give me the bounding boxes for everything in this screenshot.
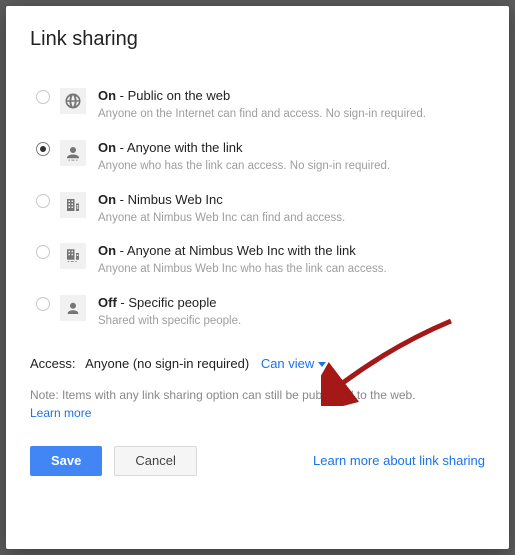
option-desc: Shared with specific people.	[98, 314, 485, 329]
option-title: On - Anyone at Nimbus Web Inc with the l…	[98, 243, 485, 260]
globe-icon	[60, 88, 86, 114]
option-desc: Anyone who has the link can access. No s…	[98, 159, 485, 174]
option-title: On - Public on the web	[98, 88, 485, 105]
link-sharing-dialog: Link sharing On - Public on the web Anyo…	[6, 6, 509, 549]
learn-more-link[interactable]: Learn more about link sharing	[313, 453, 485, 468]
cancel-button[interactable]: Cancel	[114, 446, 196, 476]
option-desc: Anyone at Nimbus Web Inc who has the lin…	[98, 262, 485, 277]
building-link-icon	[60, 243, 86, 269]
option-title: On - Anyone with the link	[98, 140, 485, 157]
radio-button[interactable]	[36, 194, 50, 208]
radio-button[interactable]	[36, 245, 50, 259]
sharing-options: On - Public on the web Anyone on the Int…	[30, 79, 485, 338]
dialog-footer: Save Cancel Learn more about link sharin…	[30, 446, 485, 476]
radio-button[interactable]	[36, 297, 50, 311]
person-icon	[60, 295, 86, 321]
learn-more-note-link[interactable]: Learn more	[30, 406, 91, 420]
option-desc: Anyone at Nimbus Web Inc can find and ac…	[98, 211, 485, 226]
option-anyone-with-link[interactable]: On - Anyone with the link Anyone who has…	[30, 131, 485, 183]
option-title: On - Nimbus Web Inc	[98, 192, 485, 209]
note-text: Note: Items with any link sharing option…	[30, 387, 485, 404]
dialog-title: Link sharing	[30, 28, 485, 51]
option-title: Off - Specific people	[98, 295, 485, 312]
access-row: Access: Anyone (no sign-in required) Can…	[30, 356, 485, 371]
option-public-on-web[interactable]: On - Public on the web Anyone on the Int…	[30, 79, 485, 131]
option-organization[interactable]: On - Nimbus Web Inc Anyone at Nimbus Web…	[30, 183, 485, 235]
radio-button[interactable]	[36, 142, 50, 156]
access-label: Access:	[30, 356, 76, 371]
option-desc: Anyone on the Internet can find and acce…	[98, 107, 485, 122]
person-link-icon	[60, 140, 86, 166]
access-permission-dropdown[interactable]: Can view	[261, 356, 326, 371]
access-value: Anyone (no sign-in required)	[85, 356, 249, 371]
chevron-down-icon	[318, 362, 326, 367]
save-button[interactable]: Save	[30, 446, 102, 476]
option-specific-people[interactable]: Off - Specific people Shared with specif…	[30, 286, 485, 338]
radio-button[interactable]	[36, 90, 50, 104]
option-organization-with-link[interactable]: On - Anyone at Nimbus Web Inc with the l…	[30, 234, 485, 286]
building-icon	[60, 192, 86, 218]
